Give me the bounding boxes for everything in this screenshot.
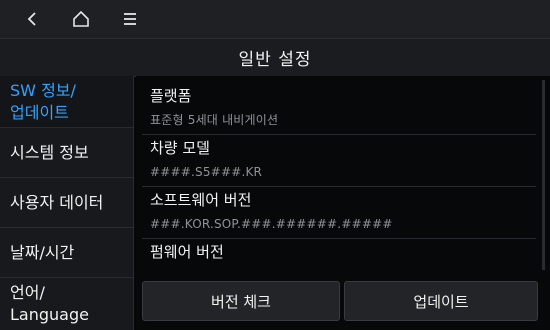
home-icon: [73, 10, 89, 27]
sidebar-item-label: 날짜/시간: [10, 242, 75, 262]
navigation-bar: [0, 0, 550, 38]
action-buttons: 버전 체크 업데이트: [136, 281, 550, 330]
page-title: 일반 설정: [0, 38, 550, 77]
row-value: ####.S5###.KR: [150, 165, 263, 179]
menu-button[interactable]: [110, 0, 150, 38]
row-divider: [142, 186, 536, 187]
sidebar-item-label: 시스템 정보: [10, 142, 89, 162]
row-title: 플랫폼: [150, 87, 192, 105]
row-title: 펌웨어 버전: [150, 243, 224, 261]
info-row-firmware-version: 펌웨어 버전: [142, 242, 536, 262]
info-row-vehicle-model: 차량 모델 ####.S5###.KR: [142, 138, 536, 180]
sidebar-item-sw-info-update[interactable]: SW 정보/ 업데이트: [0, 76, 133, 128]
row-title: 차량 모델: [150, 139, 210, 157]
settings-sidebar: SW 정보/ 업데이트 시스템 정보 사용자 데이터 날짜/시간 언어/ Lan…: [0, 76, 134, 330]
sidebar-item-label: 언어/: [10, 283, 45, 302]
info-row-platform: 플랫폼 표준형 5세대 내비게이션: [142, 86, 536, 128]
back-chevron-icon: [27, 12, 36, 26]
menu-icon: [124, 13, 136, 25]
sidebar-item-date-time[interactable]: 날짜/시간: [0, 228, 133, 278]
general-settings-screen: 일반 설정 SW 정보/ 업데이트 시스템 정보 사용자 데이터 날짜/시간 언…: [0, 0, 550, 330]
sidebar-item-label: 사용자 데이터: [10, 192, 104, 212]
sidebar-item-language[interactable]: 언어/ Language: [0, 278, 133, 330]
info-row-software-version: 소프트웨어 버전 ###.KOR.SOP.###.######.#####: [142, 190, 536, 232]
row-title: 소프트웨어 버전: [150, 191, 252, 209]
sw-info-panel: 플랫폼 표준형 5세대 내비게이션 차량 모델 ####.S5###.KR 소프…: [136, 76, 550, 330]
scrollbar[interactable]: [542, 80, 545, 270]
row-value: 표준형 5세대 내비게이션: [150, 113, 279, 127]
sidebar-item-label: Language: [10, 305, 89, 324]
row-divider: [142, 134, 536, 135]
home-button[interactable]: [61, 0, 101, 38]
update-button[interactable]: 업데이트: [344, 281, 538, 321]
sidebar-item-label: 업데이트: [10, 102, 69, 122]
row-value: ###.KOR.SOP.###.######.#####: [150, 217, 393, 231]
version-check-button[interactable]: 버전 체크: [142, 281, 340, 321]
back-button[interactable]: [12, 0, 52, 38]
sidebar-item-label: SW 정보/: [10, 80, 76, 100]
sidebar-item-user-data[interactable]: 사용자 데이터: [0, 178, 133, 228]
sidebar-item-system-info[interactable]: 시스템 정보: [0, 128, 133, 178]
row-divider: [142, 238, 536, 239]
